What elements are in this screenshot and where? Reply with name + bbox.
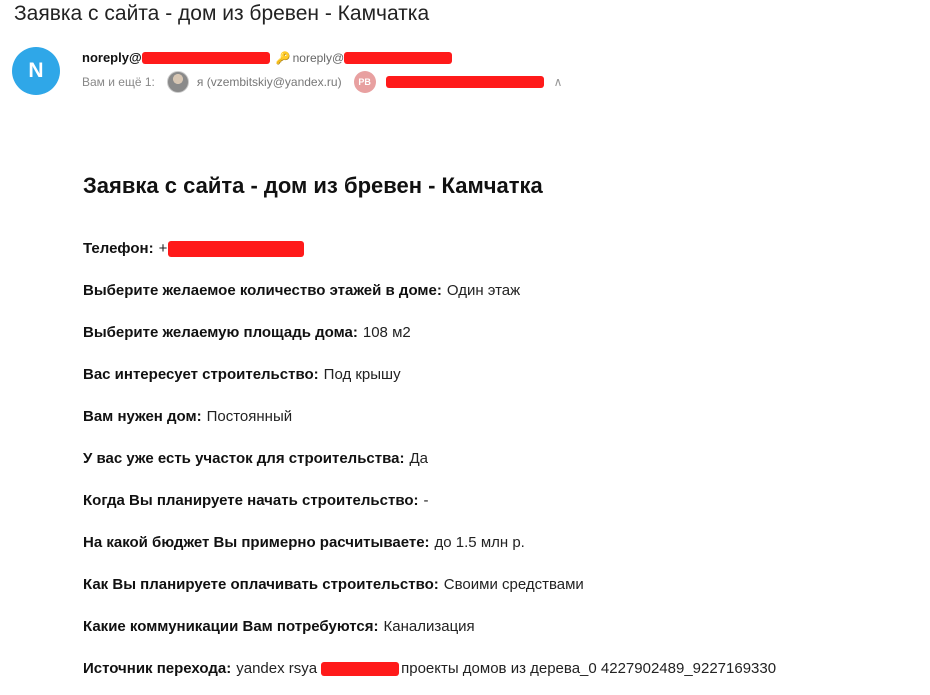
field-label: Вас интересует строительство: xyxy=(83,366,319,383)
field-value-suffix: проекты домов из дерева_0 4227902489_922… xyxy=(401,660,777,677)
field-label: Как Вы планируете оплачивать строительст… xyxy=(83,576,439,593)
field-phone: Телефон: + xyxy=(83,228,923,270)
sender-name[interactable]: noreply@ xyxy=(82,50,142,65)
sender-email[interactable]: noreply@ xyxy=(293,51,345,65)
field-value: + xyxy=(158,240,168,257)
field-floors: Выберите желаемое количество этажей в до… xyxy=(83,270,923,312)
field-label: Источник перехода: xyxy=(83,660,232,677)
field-value: Под крышу xyxy=(323,366,401,383)
field-value: Канализация xyxy=(383,618,475,635)
field-value: yandex rsya xyxy=(236,660,318,677)
form-fields: Телефон: + Выберите желаемое количество … xyxy=(83,228,923,690)
field-value: 108 м2 xyxy=(362,324,411,341)
field-utilities: Какие коммуникации Вам потребуются: Кана… xyxy=(83,606,923,648)
field-value: Да xyxy=(409,450,428,467)
recipient-me[interactable]: я (vzembitskiy@yandex.ru) xyxy=(197,75,342,89)
field-house-type: Вам нужен дом: Постоянный xyxy=(83,396,923,438)
key-icon: 🔑 xyxy=(275,50,291,65)
field-plot: У вас уже есть участок для строительства… xyxy=(83,438,923,480)
email-subject: Заявка с сайта - дом из бревен - Камчатк… xyxy=(14,2,430,25)
field-label: Выберите желаемое количество этажей в до… xyxy=(83,282,442,299)
field-area: Выберите желаемую площадь дома: 108 м2 xyxy=(83,312,923,354)
field-label: Какие коммуникации Вам потребуются: xyxy=(83,618,379,635)
field-budget: На какой бюджет Вы примерно расчитываете… xyxy=(83,522,923,564)
field-label: Телефон: xyxy=(83,240,154,257)
redaction-mark xyxy=(141,51,270,64)
sender-line: noreply@ 🔑 noreply@ xyxy=(82,50,453,65)
redaction-mark xyxy=(168,241,305,257)
field-value: Постоянный xyxy=(206,408,293,425)
field-label: Вам нужен дом: xyxy=(83,408,202,425)
recipient-avatar xyxy=(166,71,189,93)
field-label: У вас уже есть участок для строительства… xyxy=(83,450,405,467)
field-value: до 1.5 млн р. xyxy=(434,534,525,551)
field-label: Когда Вы планируете начать строительство… xyxy=(83,492,419,509)
chevron-up-icon[interactable]: ∧ xyxy=(554,75,563,89)
field-label: Выберите желаемую площадь дома: xyxy=(83,324,358,341)
field-value: - xyxy=(423,492,429,509)
field-construction: Вас интересует строительство: Под крышу xyxy=(83,354,923,396)
recipients-line: Вам и ещё 1: я (vzembitskiy@yandex.ru) Р… xyxy=(82,71,562,93)
field-source: Источник перехода: yandex rsya проекты д… xyxy=(83,648,923,690)
redaction-mark xyxy=(385,76,544,88)
field-value: Своими средствами xyxy=(443,576,584,593)
field-start: Когда Вы планируете начать строительство… xyxy=(83,480,923,522)
redaction-mark xyxy=(344,51,453,64)
body-title: Заявка с сайта - дом из бревен - Камчатк… xyxy=(83,173,543,198)
redaction-mark xyxy=(321,662,400,676)
field-value: Один этаж xyxy=(446,282,521,299)
sender-avatar[interactable]: N xyxy=(12,47,60,95)
field-label: На какой бюджет Вы примерно расчитываете… xyxy=(83,534,430,551)
field-payment: Как Вы планируете оплачивать строительст… xyxy=(83,564,923,606)
recipients-label: Вам и ещё 1: xyxy=(82,75,155,89)
recipient-avatar-initials: РВ xyxy=(353,71,376,93)
